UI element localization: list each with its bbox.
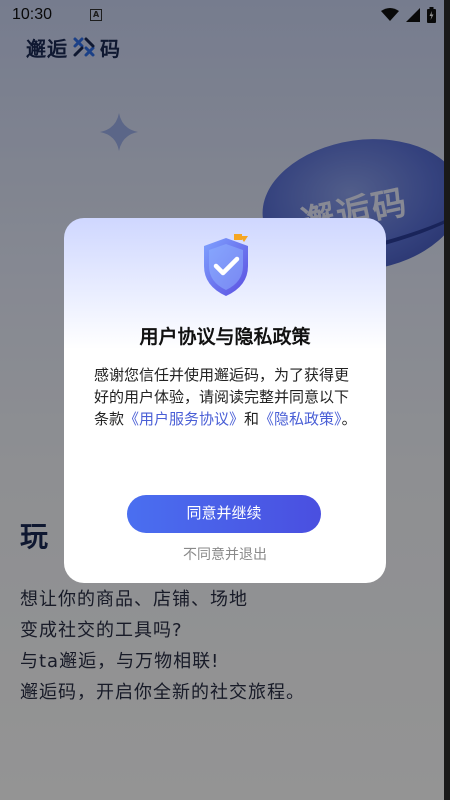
- user-service-agreement-link[interactable]: 《用户服务协议》: [124, 410, 244, 428]
- disagree-exit-button[interactable]: 不同意并退出: [64, 544, 386, 564]
- privacy-dialog: 用户协议与隐私政策 感谢您信任并使用邂逅码，为了获得更好的用户体验，请阅读完整并…: [64, 218, 386, 583]
- dialog-body: 感谢您信任并使用邂逅码，为了获得更好的用户体验，请阅读完整并同意以下条款《用户服…: [94, 364, 358, 430]
- body-suffix: 。: [341, 410, 357, 428]
- shield-check-icon: [204, 234, 248, 296]
- agree-continue-button[interactable]: 同意并继续: [127, 495, 321, 533]
- body-conjunction: 和: [244, 410, 260, 428]
- dialog-title: 用户协议与隐私政策: [139, 326, 311, 348]
- privacy-policy-link[interactable]: 《隐私政策》: [259, 410, 342, 428]
